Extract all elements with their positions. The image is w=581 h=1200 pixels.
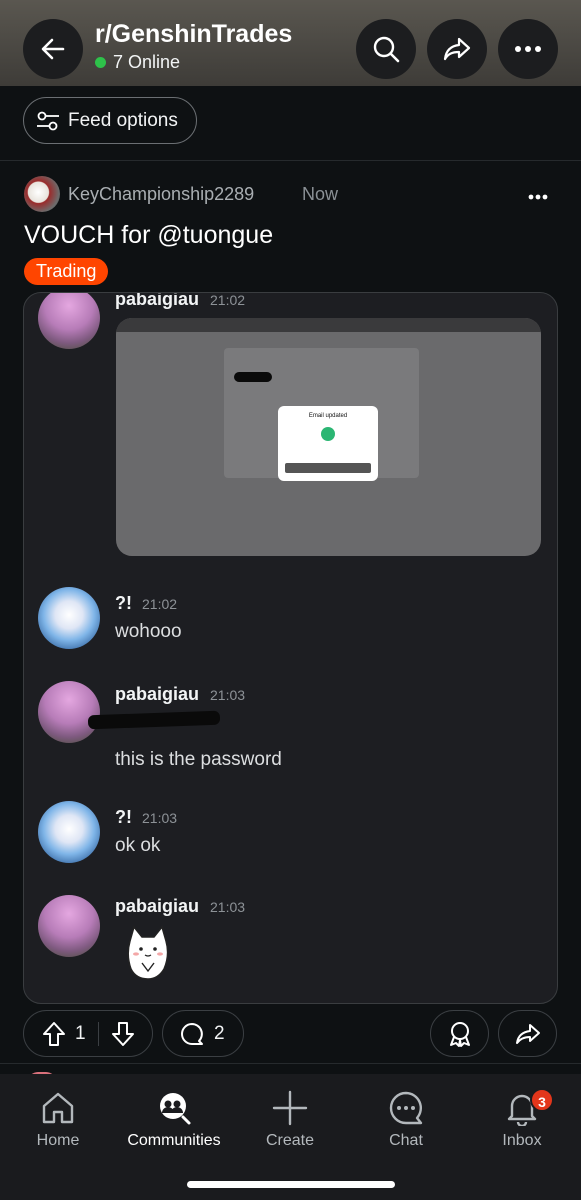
message-author: ?! (115, 593, 132, 613)
online-dot-icon (95, 57, 106, 68)
subreddit-header: r/GenshinTrades 7 Online (0, 0, 581, 86)
nav-create[interactable]: Create (232, 1088, 348, 1150)
share-button[interactable] (427, 19, 487, 79)
nav-inbox[interactable]: 3 Inbox (464, 1088, 580, 1150)
upvote-count: 1 (75, 1022, 86, 1044)
online-count: 7 Online (113, 52, 181, 72)
dialog-title: Email updated (308, 413, 348, 419)
nav-label: Chat (389, 1132, 423, 1149)
message-time: 21:02 (210, 292, 246, 308)
search-button[interactable] (356, 19, 416, 79)
search-icon (373, 36, 400, 63)
avatar (38, 293, 100, 349)
feed-options-label: Feed options (68, 109, 178, 131)
post-more-button[interactable] (528, 180, 548, 206)
message-author: ?! (115, 807, 132, 827)
post-image[interactable]: pabaigiau 21:02 Email updated ?! 21:02 w… (23, 292, 558, 1004)
back-arrow-icon (41, 38, 65, 60)
divider (0, 1063, 581, 1064)
message-text: this is the password (115, 749, 282, 770)
comments-button[interactable]: 2 (162, 1010, 244, 1057)
avatar (38, 895, 100, 957)
more-icon (528, 194, 548, 200)
vote-divider (97, 1021, 99, 1046)
redaction-scribble (87, 710, 221, 730)
more-options-button[interactable] (498, 19, 558, 79)
inbox-badge: 3 (530, 1088, 554, 1112)
author-avatar[interactable] (24, 176, 60, 212)
comment-count: 2 (214, 1022, 225, 1044)
back-button[interactable] (23, 19, 83, 79)
redaction-scribble (234, 372, 272, 382)
online-status: 7 Online (95, 52, 180, 73)
communities-icon (160, 1093, 191, 1125)
avatar (38, 587, 100, 649)
chat-icon (389, 1091, 423, 1125)
nav-label: Create (265, 1132, 315, 1149)
email-updated-dialog: Email updated (278, 406, 378, 481)
vote-bar: 1 (23, 1010, 153, 1057)
post-author[interactable]: KeyChampionship2289 (68, 184, 254, 205)
post-flair[interactable]: Trading (24, 258, 109, 285)
message-author: pabaigiau (115, 292, 200, 309)
feed-options-button[interactable]: Feed options (23, 97, 197, 144)
message-time: 21:03 (142, 810, 178, 826)
avatar (38, 681, 100, 743)
nav-label: Inbox (502, 1132, 542, 1149)
screenshot-toolbar (116, 318, 541, 332)
nav-home[interactable]: Home (0, 1088, 116, 1150)
message-text: wohooo (115, 621, 182, 642)
share-icon (443, 37, 471, 61)
message-author: pabaigiau (115, 896, 200, 916)
home-icon (42, 1092, 74, 1124)
plus-icon (272, 1090, 308, 1126)
cat-sticker (127, 925, 169, 980)
more-icon (515, 46, 541, 52)
nav-chat[interactable]: Chat (348, 1088, 464, 1150)
downvote-icon[interactable] (111, 1021, 135, 1047)
divider (0, 160, 581, 161)
share-icon (515, 1023, 540, 1044)
embedded-screenshot: Email updated (116, 318, 541, 556)
home-indicator (187, 1181, 395, 1188)
message-time: 21:02 (142, 596, 178, 612)
subreddit-title[interactable]: r/GenshinTrades (95, 20, 292, 49)
message-time: 21:03 (210, 899, 246, 915)
award-button[interactable] (430, 1010, 489, 1057)
comment-icon (181, 1022, 203, 1045)
nav-label: Home (36, 1132, 80, 1149)
check-icon (321, 427, 335, 441)
upvote-icon[interactable] (42, 1021, 66, 1047)
nav-label: Communities (127, 1132, 221, 1149)
message-time: 21:03 (210, 687, 246, 703)
post-title[interactable]: VOUCH for @tuongue (24, 221, 273, 250)
nav-communities[interactable]: Communities (116, 1088, 232, 1150)
avatar (38, 801, 100, 863)
message-text: ok ok (115, 835, 161, 856)
sliders-icon (37, 111, 59, 130)
message-author: pabaigiau (115, 684, 200, 704)
award-icon (449, 1021, 470, 1047)
dialog-button (285, 463, 371, 473)
post-share-button[interactable] (498, 1010, 557, 1057)
post-time: Now (302, 184, 339, 204)
